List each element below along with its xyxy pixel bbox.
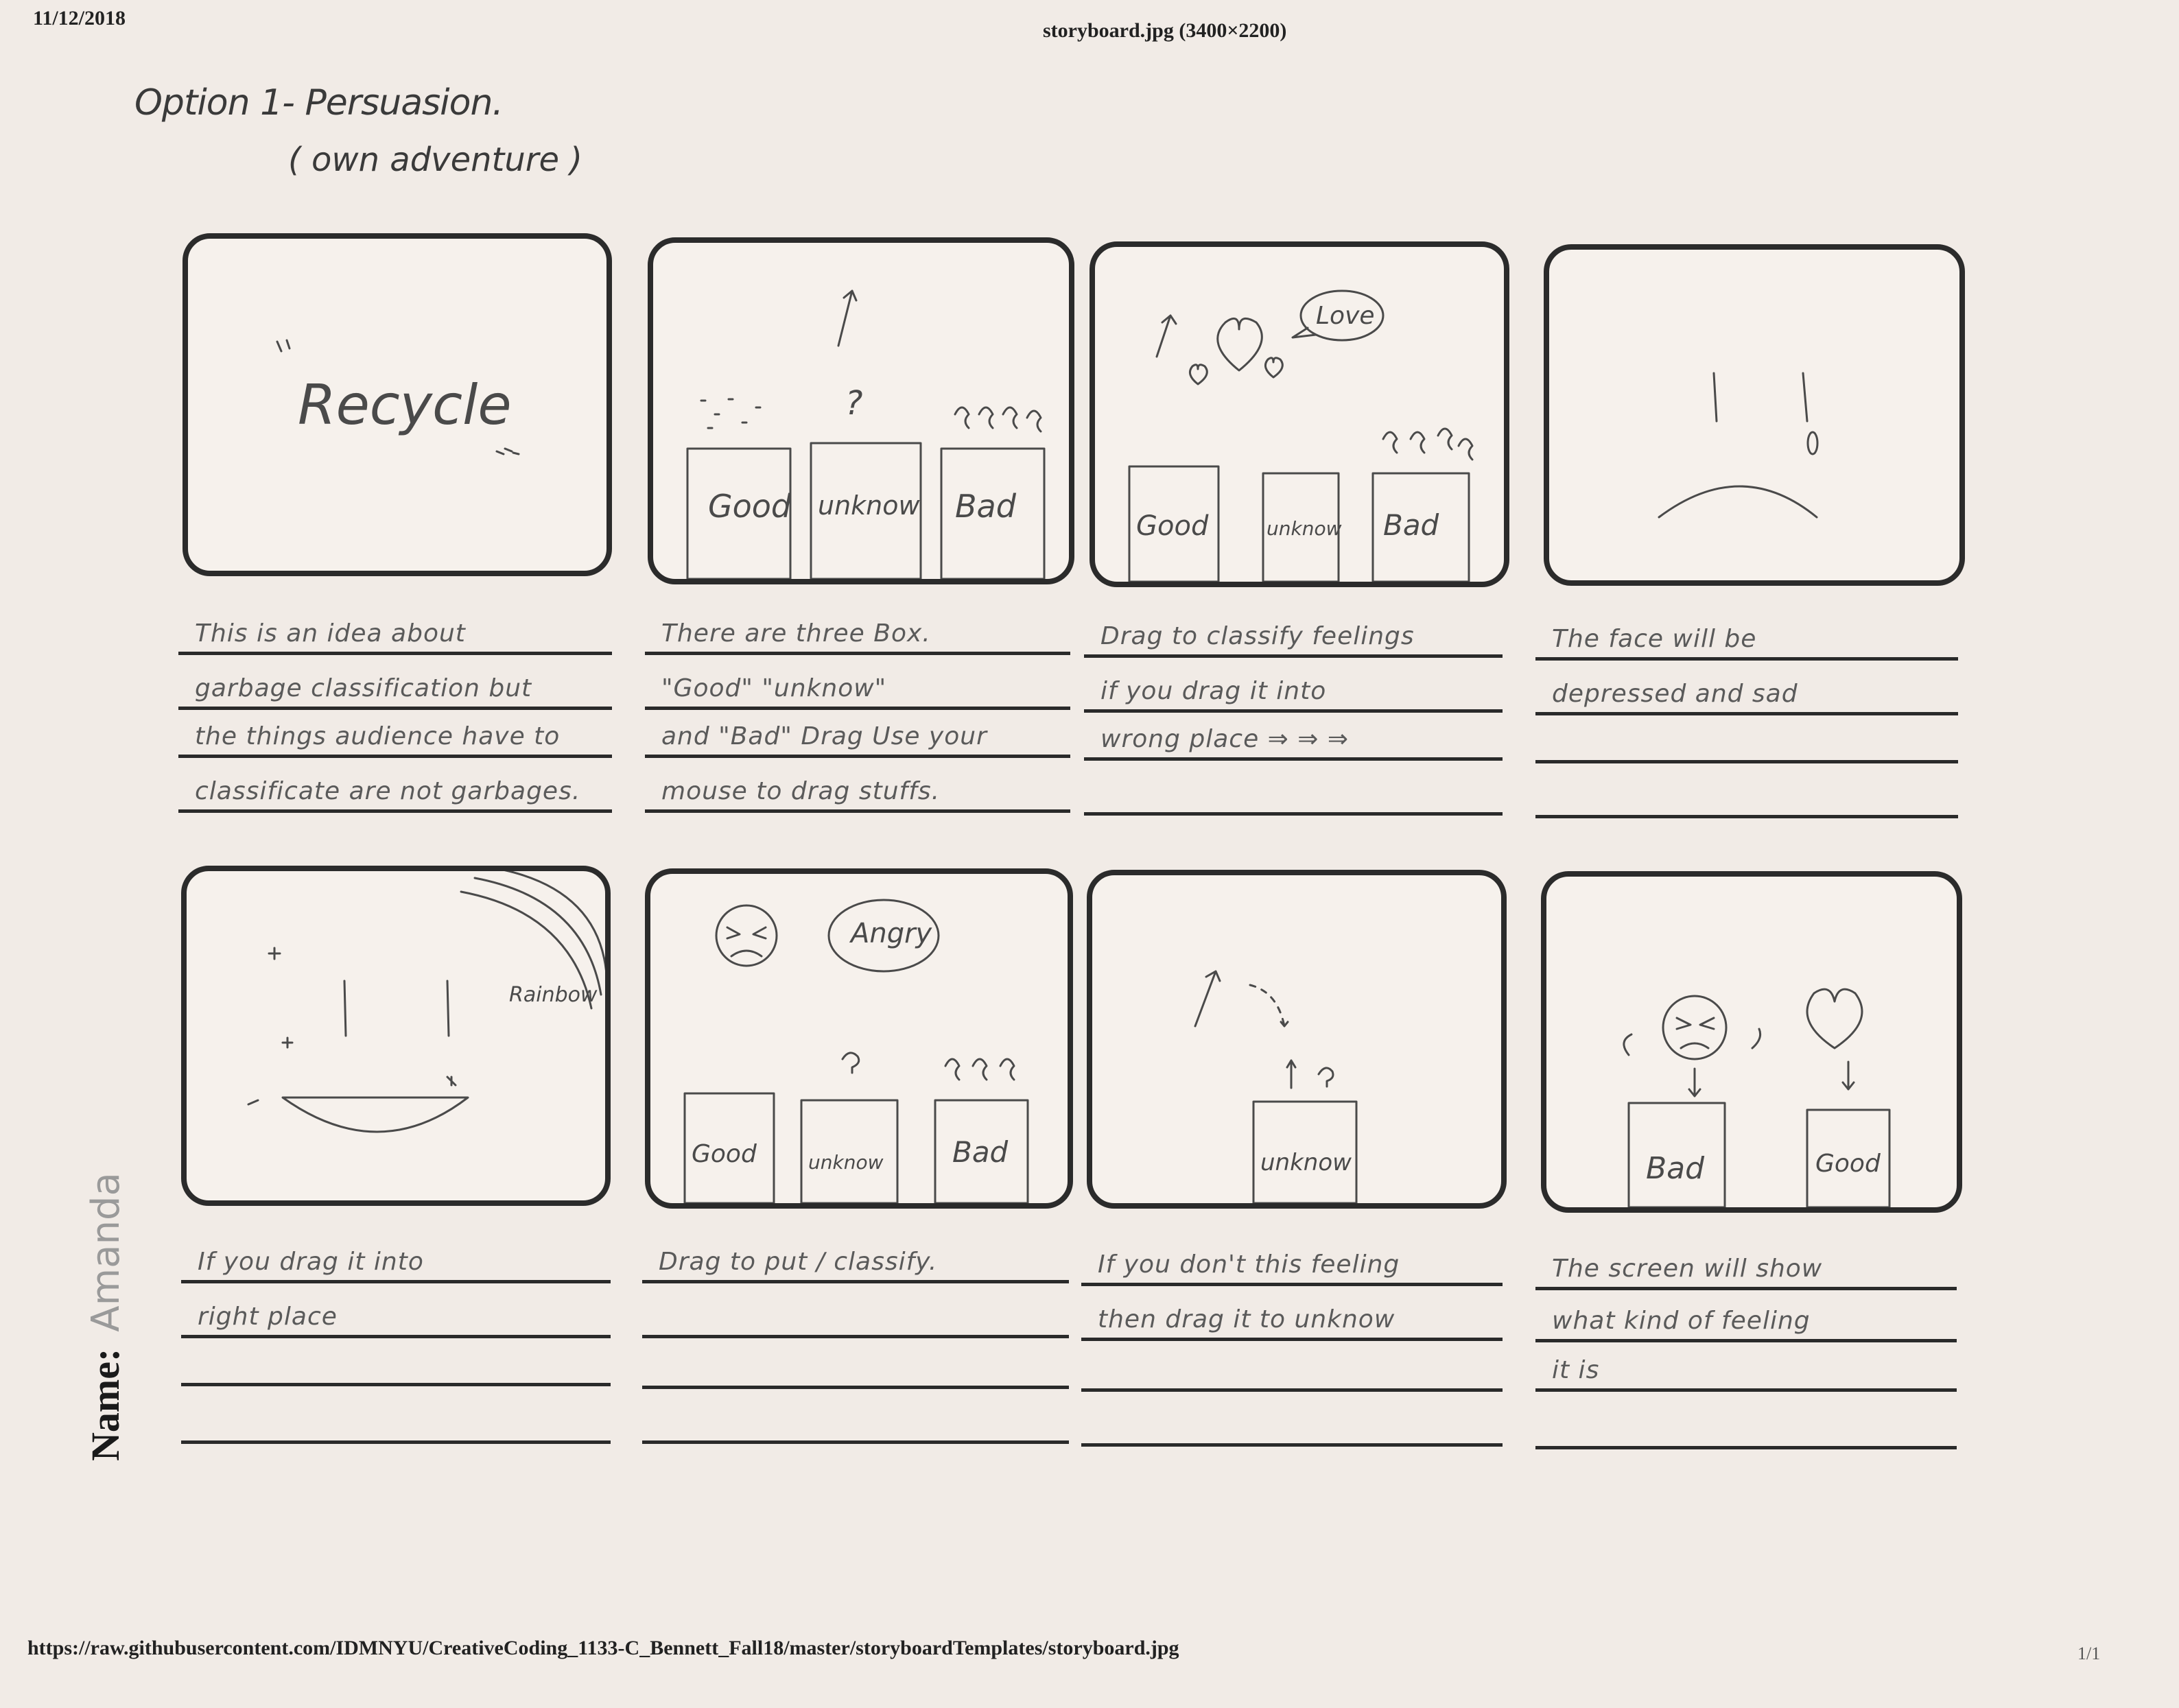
caption-1-line-1: This is an idea about [195, 619, 466, 648]
caption-4-line-1: The face will be [1552, 625, 1757, 653]
svg-text:Love: Love [1316, 302, 1375, 330]
svg-text:Bad: Bad [1383, 508, 1439, 542]
print-title: storyboard.jpg (3400×2200) [1043, 19, 1287, 42]
heart-icon [1216, 317, 1263, 372]
svg-text:Good: Good [1815, 1150, 1881, 1178]
arrow-icon [837, 289, 858, 347]
svg-text:unknow: unknow [818, 490, 921, 521]
caption-7-line-1: If you don't this feeling [1098, 1250, 1400, 1279]
storyboard-panel-5: Rainbow [181, 866, 611, 1206]
caption-1-line-2: garbage classification but [195, 674, 532, 702]
svg-text:unknow: unknow [1267, 517, 1342, 540]
storyboard-panel-8: Bad Good [1541, 871, 1962, 1213]
panel-6-sketch: Angry Good unknow Bad [683, 899, 1029, 1203]
storyboard-panel-4 [1544, 244, 1965, 586]
storyboard-panel-3: Love Good unknow Bad [1090, 241, 1509, 587]
caption-3-line-3: wrong place ⇒ ⇒ ⇒ [1100, 725, 1350, 753]
panel-4-sketch [1658, 372, 1819, 519]
option-title: Option 1- Persuasion. [134, 82, 504, 123]
panel-8-sketch: Bad Good [1623, 988, 1891, 1207]
caption-7-line-2: then drag it to unknow [1098, 1305, 1395, 1333]
print-footer-url: https://raw.githubusercontent.com/IDMNYU… [27, 1637, 1179, 1659]
panel-5-sketch: Rainbow [247, 871, 605, 1133]
svg-text:Bad: Bad [1646, 1151, 1705, 1186]
svg-text:Rainbow: Rainbow [509, 983, 598, 1007]
angry-face-icon [1662, 995, 1728, 1060]
svg-text:Good: Good [1136, 510, 1209, 542]
caption-3-line-2: if you drag it into [1100, 677, 1327, 705]
storyboard-panel-6: Angry Good unknow Bad [645, 868, 1073, 1209]
smile-mouth [281, 1096, 469, 1133]
print-date: 11/12/2018 [33, 7, 126, 29]
caption-5-line-1: If you drag it into [198, 1248, 424, 1276]
caption-8-line-3: it is [1552, 1356, 1600, 1384]
storyboard-panel-7: unknow [1087, 870, 1507, 1209]
storyboard-panel-2: Good unknow Bad ? [648, 237, 1074, 584]
arrow-icon [1194, 970, 1221, 1028]
eye-right [446, 980, 450, 1037]
caption-4-line-2: depressed and sad [1552, 680, 1798, 708]
eye-right [1802, 372, 1809, 423]
svg-text:unknow: unknow [808, 1151, 884, 1174]
caption-8-line-2: what kind of feeling [1552, 1307, 1811, 1335]
caption-3-line-1: Drag to classify feelings [1100, 622, 1415, 650]
svg-text:Good: Good [692, 1140, 757, 1168]
tear-icon [1806, 431, 1819, 455]
svg-text:unknow: unknow [1260, 1149, 1352, 1176]
svg-text:?: ? [845, 384, 862, 423]
name-label: Name: [83, 1348, 128, 1461]
recycle-text: Recycle [298, 373, 512, 437]
frown-mouth [1658, 485, 1818, 519]
angry-face-icon [715, 904, 778, 967]
svg-text:Good: Good [708, 488, 792, 525]
caption-5-line-2: right place [198, 1303, 338, 1331]
caption-2-line-1: There are three Box. [661, 619, 931, 648]
caption-1-line-4: classificate are not garbages. [195, 777, 581, 805]
caption-6-line-1: Drag to put / classify. [659, 1248, 938, 1276]
panel-1-sketch: Recycle [276, 339, 520, 455]
caption-8-line-1: The screen will show [1552, 1255, 1823, 1283]
arrow-icon [1155, 314, 1177, 358]
panel-2-sketch: Good unknow Bad ? [686, 289, 1046, 579]
name-value: Amanda [84, 1172, 128, 1332]
caption-1-line-3: the things audience have to [195, 722, 561, 750]
svg-text:Bad: Bad [955, 488, 1017, 525]
caption-2-line-2: "Good" "unknow" [661, 674, 887, 702]
print-page-number: 1/1 [2077, 1644, 2101, 1663]
name-field: Name: Amanda [82, 1172, 128, 1461]
caption-2-line-4: mouse to drag stuffs. [661, 777, 941, 805]
storyboard-panel-1: Recycle [182, 233, 612, 576]
eye-left [1712, 372, 1718, 423]
option-subtitle: ( own adventure ) [288, 141, 583, 179]
eye-left [343, 980, 347, 1037]
svg-text:Bad: Bad [952, 1135, 1009, 1169]
caption-2-line-3: and "Bad" Drag Use your [661, 722, 987, 750]
panel-7-sketch: unknow [1194, 970, 1358, 1203]
panel-3-sketch: Love Good unknow Bad [1128, 289, 1474, 582]
heart-icon [1806, 988, 1863, 1049]
svg-text:Angry: Angry [849, 918, 933, 949]
